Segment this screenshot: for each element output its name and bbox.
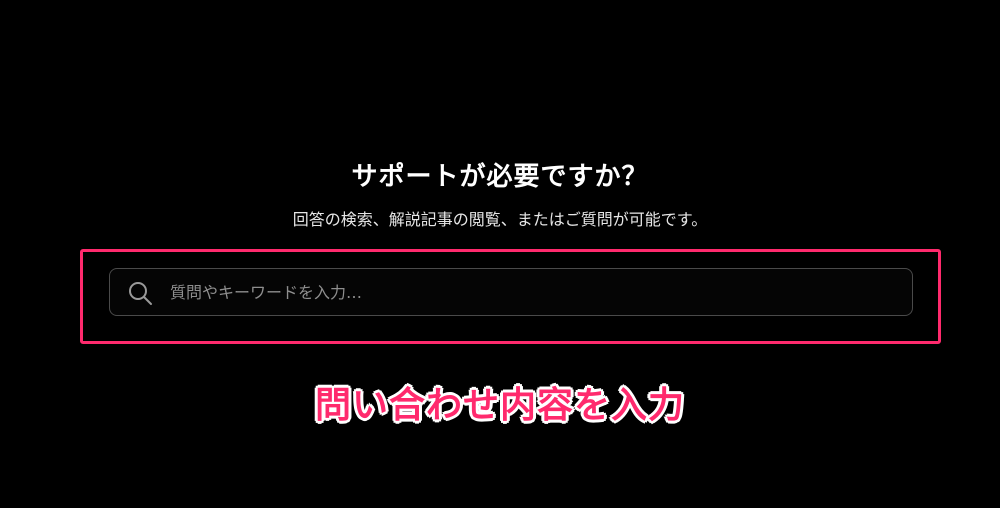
search-input[interactable] xyxy=(170,269,900,315)
search-icon xyxy=(127,280,153,306)
search-box[interactable] xyxy=(109,268,913,316)
support-subtitle: 回答の検索、解説記事の閲覧、またはご質問が可能です。 xyxy=(292,210,708,229)
support-title: サポートが必要ですか？ xyxy=(351,162,649,192)
support-section: サポートが必要ですか？ 回答の検索、解説記事の閲覧、またはご質問が可能です。 問… xyxy=(0,0,1000,508)
annotation-label: 問い合わせ内容を入力 xyxy=(314,385,685,426)
